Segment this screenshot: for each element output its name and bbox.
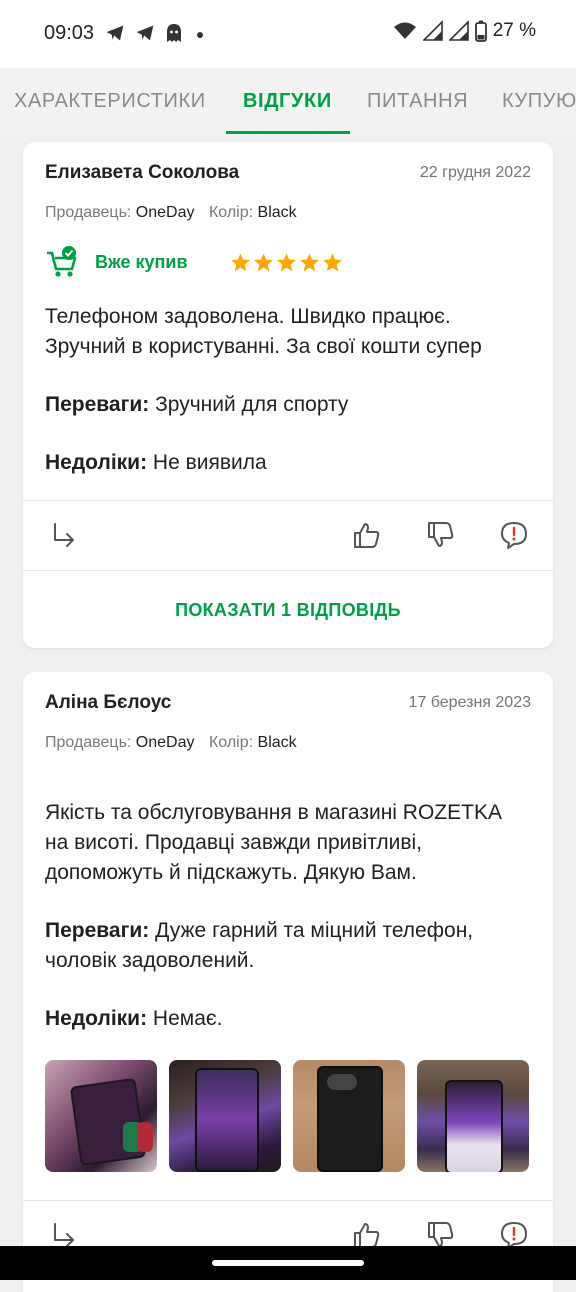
system-status: 27 % [393,20,536,42]
review-cons: Недоліки: Немає. [45,1004,535,1034]
pros-text: Зручний для спорту [155,393,349,416]
review-meta: Продавець: OneDay Колір: Black [45,204,297,222]
review-card: Аліна Бєлоус 17 березня 2023 Продавець: … [23,672,553,1292]
report-icon[interactable] [499,520,529,550]
telegram-icon [106,25,124,41]
cons-label: Недоліки: [45,451,148,474]
star-icon [231,253,250,272]
review-actions [23,502,553,570]
color-value: Black [257,734,297,751]
seller-label: Продавець: [45,204,132,221]
review-photos [45,1060,529,1172]
review-cons: Недоліки: Не виявила [45,448,535,478]
telegram-icon [136,25,154,41]
seller-value: OneDay [135,734,195,751]
seller-label: Продавець: [45,734,132,751]
star-icon [300,253,319,272]
divider [23,500,553,501]
review-meta: Продавець: OneDay Колір: Black [45,734,297,752]
product-tabs: ХАРАКТЕРИСТИКИ ВІДГУКИ ПИТАННЯ КУПУЮ [0,68,576,136]
review-author: Аліна Бєлоус [45,692,172,713]
color-label: Колір: [208,734,254,751]
wifi-icon [393,22,416,39]
divider [23,570,553,571]
review-photo[interactable] [293,1060,405,1172]
review-author: Елизавета Соколова [45,162,240,183]
dot-icon [197,32,203,38]
signal-icon [448,20,469,41]
review-text: Телефоном задоволена. Швидко працює. Зру… [45,305,482,358]
pros-label: Переваги: [45,919,150,942]
verified-purchase-label: Вже купив [95,251,188,272]
signal-icon [422,20,443,41]
rating-stars [230,252,343,273]
cons-text: Немає. [152,1007,223,1030]
home-gesture-handle[interactable] [212,1260,364,1266]
color-label: Колір: [208,204,254,221]
dislike-icon[interactable] [426,520,456,550]
review-date: 22 грудня 2022 [419,164,531,181]
star-icon [323,253,342,272]
active-tab-indicator [226,131,350,134]
notification-icons [104,22,208,44]
star-icon [277,253,296,272]
cons-text: Не виявила [152,451,267,474]
tab-reviews[interactable]: ВІДГУКИ [243,90,332,113]
status-time: 09:03 [44,22,95,44]
ghost-icon [167,24,181,42]
review-card: Елизавета Соколова 22 грудня 2022 Продав… [23,142,553,648]
tab-buy[interactable]: КУПУЮ [502,90,576,113]
color-value: Black [257,204,297,221]
battery-icon [474,20,487,42]
system-nav-bar [0,1246,576,1280]
status-bar: 09:03 27 % [0,0,576,68]
pros-text: Дуже гарний та міцний телефон, [155,919,474,942]
review-photo[interactable] [169,1060,281,1172]
divider [23,1200,553,1201]
verified-purchase: Вже купив [45,245,188,279]
tab-questions[interactable]: ПИТАННЯ [367,90,468,113]
battery-percent: 27 % [492,20,536,41]
seller-value: OneDay [135,204,195,221]
like-icon[interactable] [352,520,382,550]
review-photo[interactable] [417,1060,529,1172]
cons-label: Недоліки: [45,1007,148,1030]
review-pros: Переваги: Зручний для спорту [45,390,535,420]
reply-icon[interactable] [49,520,79,550]
pros-text-continued: чоловік задоволений. [45,949,255,972]
star-icon [254,253,273,272]
show-replies-button[interactable]: ПОКАЗАТИ 1 ВІДПОВІДЬ [23,582,553,638]
review-text: Якість та обслуговування в магазині ROZE… [45,801,502,884]
cart-check-icon [47,246,77,277]
review-photo[interactable] [45,1060,157,1172]
review-date: 17 березня 2023 [408,694,531,711]
review-pros: Переваги: Дуже гарний та міцний телефон,… [45,916,535,976]
pros-label: Переваги: [45,393,150,416]
tab-characteristics[interactable]: ХАРАКТЕРИСТИКИ [14,90,206,113]
